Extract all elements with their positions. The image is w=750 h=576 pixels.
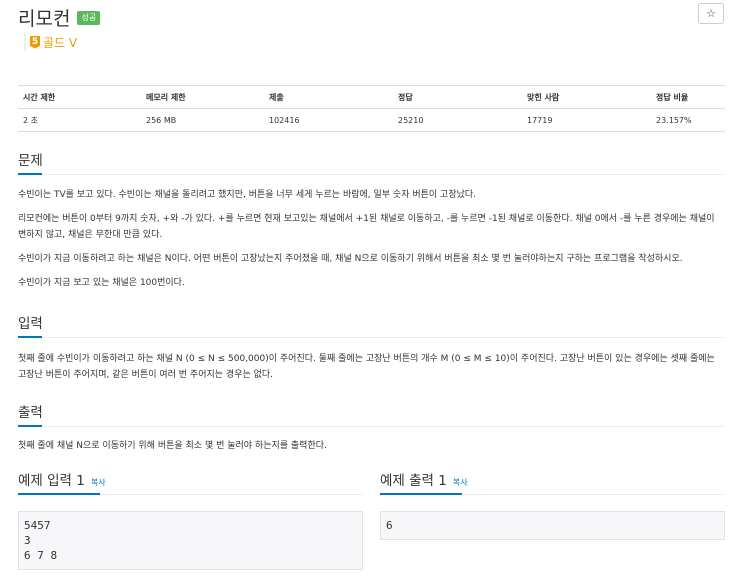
description-paragraph: 수빈이가 지금 보고 있는 채널은 100번이다. [18,278,185,288]
table-header: 메모리 제한 [141,85,264,109]
table-cell[interactable]: 17719 [522,108,651,132]
sample-output-title: 예제 출력 1 [380,473,447,489]
problem-header: 리모컨 성공 [18,4,101,31]
table-row: 2 초 256 MB 102416 25210 17719 23.157% [18,108,725,132]
table-header: 제출 [264,85,393,109]
table-header: 정답 [393,85,522,109]
description-section: 문제 수빈이는 TV를 보고 있다. 수빈이는 채널을 돌리려고 했지만, 버튼… [18,149,725,291]
description-paragraph: 리모컨에는 버튼이 0부터 9까지 숫자, +와 -가 있다. +를 누르면 현… [18,214,715,240]
tier-text: 골드 V [43,35,78,50]
copy-button[interactable]: 복사 [453,477,468,488]
section-title: 출력 [18,401,725,427]
table-cell[interactable]: 102416 [264,108,393,132]
table-header: 정답 비율 [651,85,725,109]
sample-input-box[interactable]: 5457 3 6 7 8 [18,511,363,570]
input-section: 입력 첫째 줄에 수빈이가 이동하려고 하는 채널 N (0 ≤ N ≤ 500… [18,312,725,383]
table-cell: 23.157% [651,108,725,132]
table-cell[interactable]: 25210 [393,108,522,132]
sample-input-header: 예제 입력 1 복사 [18,469,363,495]
sample-output-header: 예제 출력 1 복사 [380,469,725,495]
status-badge: 성공 [77,10,101,25]
section-title: 입력 [18,312,725,338]
sample-input-title: 예제 입력 1 [18,473,85,489]
section-title: 문제 [18,149,725,175]
problem-info-table: 시간 제한 메모리 제한 제출 정답 맞힌 사람 정답 비율 2 초 256 M… [18,85,725,132]
table-cell: 256 MB [141,108,264,132]
tier-label[interactable]: 5 골드 V [24,33,77,51]
table-cell: 2 초 [18,108,141,132]
star-button[interactable]: ☆ [698,3,724,24]
copy-button[interactable]: 복사 [91,477,106,488]
table-header: 맞힌 사람 [522,85,651,109]
tier-icon: 5 [30,35,40,49]
table-header: 시간 제한 [18,85,141,109]
description-paragraph: 수빈이가 지금 이동하려고 하는 채널은 N이다. 어떤 버튼이 고장났는지 주… [18,254,683,264]
input-text: 첫째 줄에 수빈이가 이동하려고 하는 채널 N (0 ≤ N ≤ 500,00… [18,354,715,380]
output-section: 출력 첫째 줄에 채널 N으로 이동하기 위해 버튼을 최소 몇 번 눌러야 하… [18,401,725,454]
sample-output-box[interactable]: 6 [380,511,725,540]
sample-output: 예제 출력 1 복사 6 [380,469,725,540]
star-icon: ☆ [706,7,716,20]
sample-input: 예제 입력 1 복사 5457 3 6 7 8 [18,469,363,570]
output-text: 첫째 줄에 채널 N으로 이동하기 위해 버튼을 최소 몇 번 눌러야 하는지를… [18,441,327,451]
description-paragraph: 수빈이는 TV를 보고 있다. 수빈이는 채널을 돌리려고 했지만, 버튼을 너… [18,190,477,200]
table-header-row: 시간 제한 메모리 제한 제출 정답 맞힌 사람 정답 비율 [18,85,725,109]
problem-title: 리모컨 [18,8,71,30]
